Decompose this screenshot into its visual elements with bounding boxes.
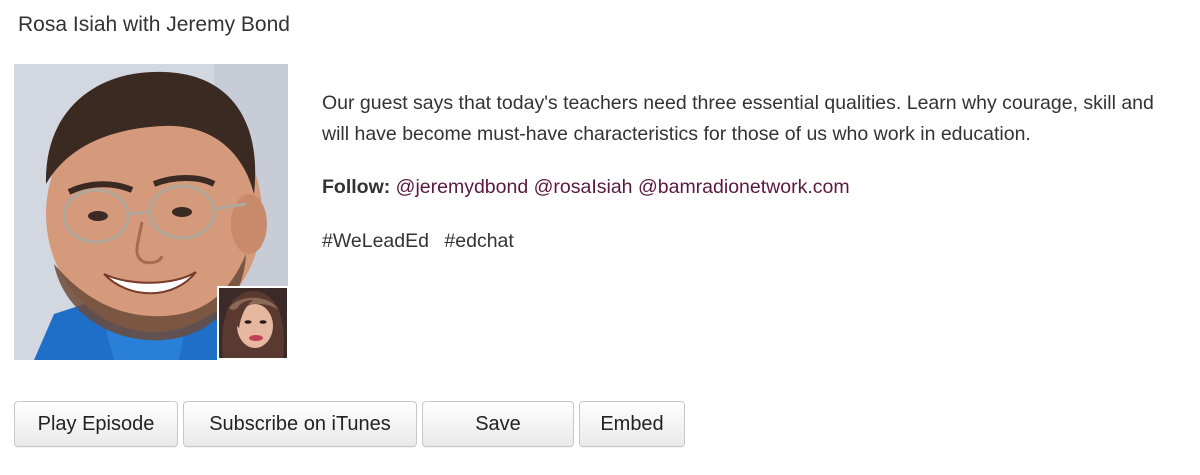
- follow-link-bamradionetwork[interactable]: @bamradionetwork.com: [638, 176, 850, 198]
- episode-card: Rosa Isiah with Jeremy Bond Our guest sa…: [0, 0, 1200, 475]
- save-button[interactable]: Save: [422, 401, 574, 447]
- subscribe-itunes-button[interactable]: Subscribe on iTunes: [183, 401, 417, 447]
- hashtags: #WeLeadEd #edchat: [322, 228, 524, 254]
- follow-line: Follow: @jeremydbond @rosaIsiah @bamradi…: [322, 174, 850, 200]
- follow-label: Follow:: [322, 176, 391, 198]
- episode-title: Rosa Isiah with Jeremy Bond: [18, 13, 290, 36]
- episode-description: Our guest says that today's teachers nee…: [322, 92, 1154, 145]
- guest-photo: [217, 286, 289, 360]
- follow-link-jeremydbond[interactable]: @jeremydbond: [396, 176, 529, 198]
- embed-button[interactable]: Embed: [579, 401, 685, 447]
- follow-link-rosaisiah[interactable]: @rosaIsiah: [534, 176, 633, 198]
- hashtag-edchat: #edchat: [444, 230, 514, 252]
- play-episode-button[interactable]: Play Episode: [14, 401, 178, 447]
- hashtag-weleaded: #WeLeadEd: [322, 230, 429, 252]
- episode-actions: Play Episode Subscribe on iTunes Save Em…: [14, 401, 685, 447]
